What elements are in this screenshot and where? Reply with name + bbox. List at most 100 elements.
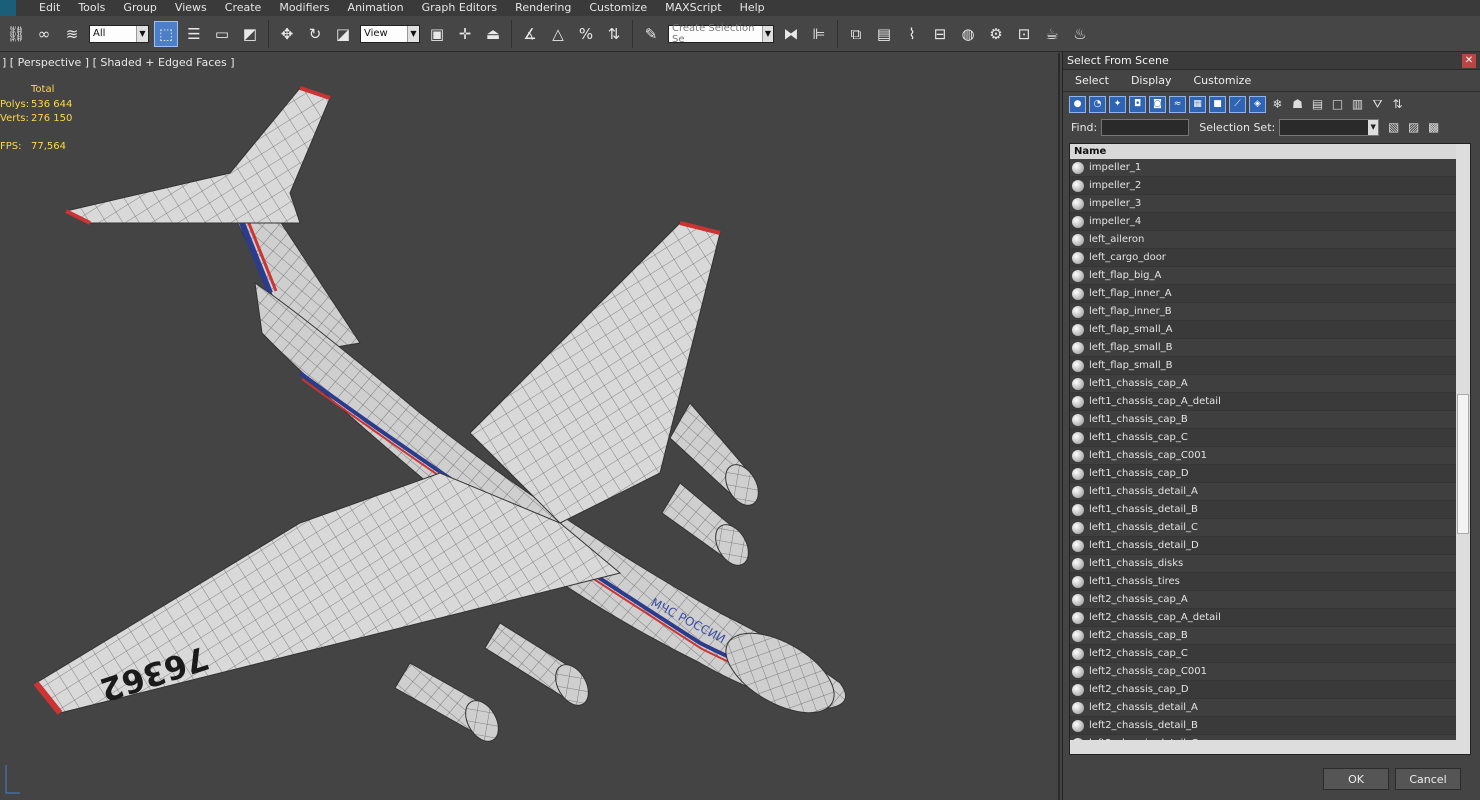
spinner-snap-icon[interactable]: ⇅ [602, 21, 626, 47]
scale-icon[interactable]: ◪ [331, 21, 355, 47]
list-item[interactable]: left1_chassis_cap_A [1070, 375, 1470, 393]
list-item[interactable]: impeller_1 [1070, 159, 1470, 177]
list-item[interactable]: left_flap_big_A [1070, 267, 1470, 285]
dialog-menu-display[interactable]: Display [1131, 74, 1172, 87]
list-item[interactable]: left_flap_small_A [1070, 321, 1470, 339]
menu-customize[interactable]: Customize [580, 0, 656, 16]
horizontal-scrollbar[interactable] [1070, 740, 1470, 754]
menu-help[interactable]: Help [731, 0, 774, 16]
layer-manager-icon[interactable]: ⧉ [844, 21, 868, 47]
render-production-icon[interactable]: ☕ [1040, 21, 1064, 47]
menu-edit[interactable]: Edit [30, 0, 69, 16]
list-item[interactable]: impeller_2 [1070, 177, 1470, 195]
list-item[interactable]: left2_chassis_cap_A_detail [1070, 609, 1470, 627]
dialog-menu-customize[interactable]: Customize [1193, 74, 1251, 87]
list-item[interactable]: left1_chassis_disks [1070, 555, 1470, 573]
list-item[interactable]: left_flap_inner_B [1070, 303, 1470, 321]
select-none-icon[interactable]: □ [1329, 96, 1346, 113]
list-item[interactable]: left2_chassis_detail_B [1070, 717, 1470, 735]
percent-snap-icon[interactable]: % [574, 21, 598, 47]
display-bones-icon[interactable]: ⟋ [1229, 95, 1246, 113]
keyboard-shortcut-override-icon[interactable]: ⏏ [481, 21, 505, 47]
unlink-icon[interactable]: ∞ [32, 21, 56, 47]
display-geometry-icon[interactable]: ● [1069, 95, 1086, 113]
list-item[interactable]: left1_chassis_detail_B [1070, 501, 1470, 519]
dialog-title-bar[interactable]: Select From Scene ✕ [1063, 52, 1480, 70]
list-item[interactable]: left_flap_inner_A [1070, 285, 1470, 303]
selection-set-add-icon[interactable]: ▧ [1385, 119, 1402, 136]
rendered-frame-window-icon[interactable]: ⊡ [1012, 21, 1036, 47]
rotate-icon[interactable]: ↻ [303, 21, 327, 47]
align-icon[interactable]: ⊫ [807, 21, 831, 47]
list-item[interactable]: left1_chassis_cap_D [1070, 465, 1470, 483]
list-item[interactable]: left_flap_small_B [1070, 339, 1470, 357]
menu-animation[interactable]: Animation [339, 0, 413, 16]
display-xrefs-icon[interactable]: ■ [1209, 95, 1226, 113]
mirror-icon[interactable]: ⧓ [779, 21, 803, 47]
menu-rendering[interactable]: Rendering [506, 0, 580, 16]
menu-maxscript[interactable]: MAXScript [656, 0, 730, 16]
angle-snap-icon[interactable]: △ [546, 21, 570, 47]
select-all-icon[interactable]: ▤ [1309, 96, 1326, 113]
rectangular-selection-icon[interactable]: ▭ [210, 21, 234, 47]
sort-icon[interactable]: ⇅ [1389, 96, 1406, 113]
dialog-menu-select[interactable]: Select [1075, 74, 1109, 87]
display-lights-icon[interactable]: ✦ [1109, 95, 1126, 113]
edit-named-selection-icon[interactable]: ✎ [639, 21, 663, 47]
menu-graph-editors[interactable]: Graph Editors [413, 0, 507, 16]
selection-set-remove-icon[interactable]: ▨ [1405, 119, 1422, 136]
menu-tools[interactable]: Tools [69, 0, 114, 16]
list-item[interactable]: left1_chassis_cap_C [1070, 429, 1470, 447]
display-shapes-icon[interactable]: ◔ [1089, 95, 1106, 113]
schematic-view-icon[interactable]: ⊟ [928, 21, 952, 47]
selection-set-edit-icon[interactable]: ▩ [1425, 119, 1442, 136]
menu-views[interactable]: Views [166, 0, 216, 16]
material-editor-icon[interactable]: ◍ [956, 21, 980, 47]
list-item[interactable]: left1_chassis_detail_C [1070, 519, 1470, 537]
display-helpers-icon[interactable]: ◙ [1149, 95, 1166, 113]
list-item[interactable]: left1_chassis_tires [1070, 573, 1470, 591]
menu-create[interactable]: Create [216, 0, 271, 16]
select-object-icon[interactable]: ⬚ [154, 20, 178, 47]
render-setup-icon[interactable]: ⚙ [984, 21, 1008, 47]
list-item[interactable]: left_aileron [1070, 231, 1470, 249]
graphite-ribbon-icon[interactable]: ▤ [872, 21, 896, 47]
app-logo-icon[interactable] [0, 0, 16, 16]
list-item[interactable]: left2_chassis_detail_A [1070, 699, 1470, 717]
close-icon[interactable]: ✕ [1462, 53, 1476, 68]
cancel-button[interactable]: Cancel [1395, 768, 1461, 790]
list-item[interactable]: impeller_3 [1070, 195, 1470, 213]
column-header-name[interactable]: Name [1070, 144, 1470, 159]
perspective-viewport[interactable]: ] [ Perspective ] [ Shaded + Edged Faces… [0, 53, 1060, 800]
airplane-model[interactable]: МЧС РОССИИ 76362 [0, 53, 1060, 800]
display-cameras-icon[interactable]: ◘ [1129, 95, 1146, 113]
find-input[interactable] [1101, 118, 1190, 136]
link-icon[interactable]: ⛓ [4, 21, 28, 47]
display-frozen-icon[interactable]: ❄ [1269, 96, 1286, 113]
list-item[interactable]: left2_chassis_cap_B [1070, 627, 1470, 645]
select-by-name-icon[interactable]: ☰ [182, 21, 206, 47]
bind-spacewarp-icon[interactable]: ≋ [60, 21, 84, 47]
snaps-toggle-icon[interactable]: ∡ [518, 21, 542, 47]
scene-object-list[interactable]: Name impeller_1 impeller_2 impeller_3 impel… [1069, 143, 1471, 755]
select-invert-icon[interactable]: ▥ [1349, 96, 1366, 113]
display-containers-icon[interactable]: ◈ [1249, 95, 1266, 113]
menu-modifiers[interactable]: Modifiers [270, 0, 338, 16]
scrollbar-thumb[interactable] [1457, 394, 1469, 534]
window-crossing-icon[interactable]: ◩ [238, 21, 262, 47]
display-groups-icon[interactable]: ▦ [1189, 95, 1206, 113]
list-item[interactable]: left1_chassis_cap_A_detail [1070, 393, 1470, 411]
filter-icon[interactable]: ⛛ [1369, 96, 1386, 113]
list-item[interactable]: left_flap_small_B [1070, 357, 1470, 375]
list-item[interactable]: left2_chassis_cap_C [1070, 645, 1470, 663]
list-item[interactable]: left2_chassis_cap_C001 [1070, 663, 1470, 681]
named-selection-set-dropdown[interactable]: Create Selection Se ▼ [668, 23, 774, 45]
list-item[interactable]: left1_chassis_detail_A [1070, 483, 1470, 501]
list-item[interactable]: left1_chassis_cap_B [1070, 411, 1470, 429]
display-spacewarps-icon[interactable]: ≈ [1169, 95, 1186, 113]
move-icon[interactable]: ✥ [275, 21, 299, 47]
curve-editor-icon[interactable]: ⌇ [900, 21, 924, 47]
vertical-scrollbar[interactable] [1456, 144, 1470, 740]
reference-coordinate-dropdown[interactable]: View ▼ [360, 24, 420, 43]
list-item[interactable]: left1_chassis_cap_C001 [1070, 447, 1470, 465]
